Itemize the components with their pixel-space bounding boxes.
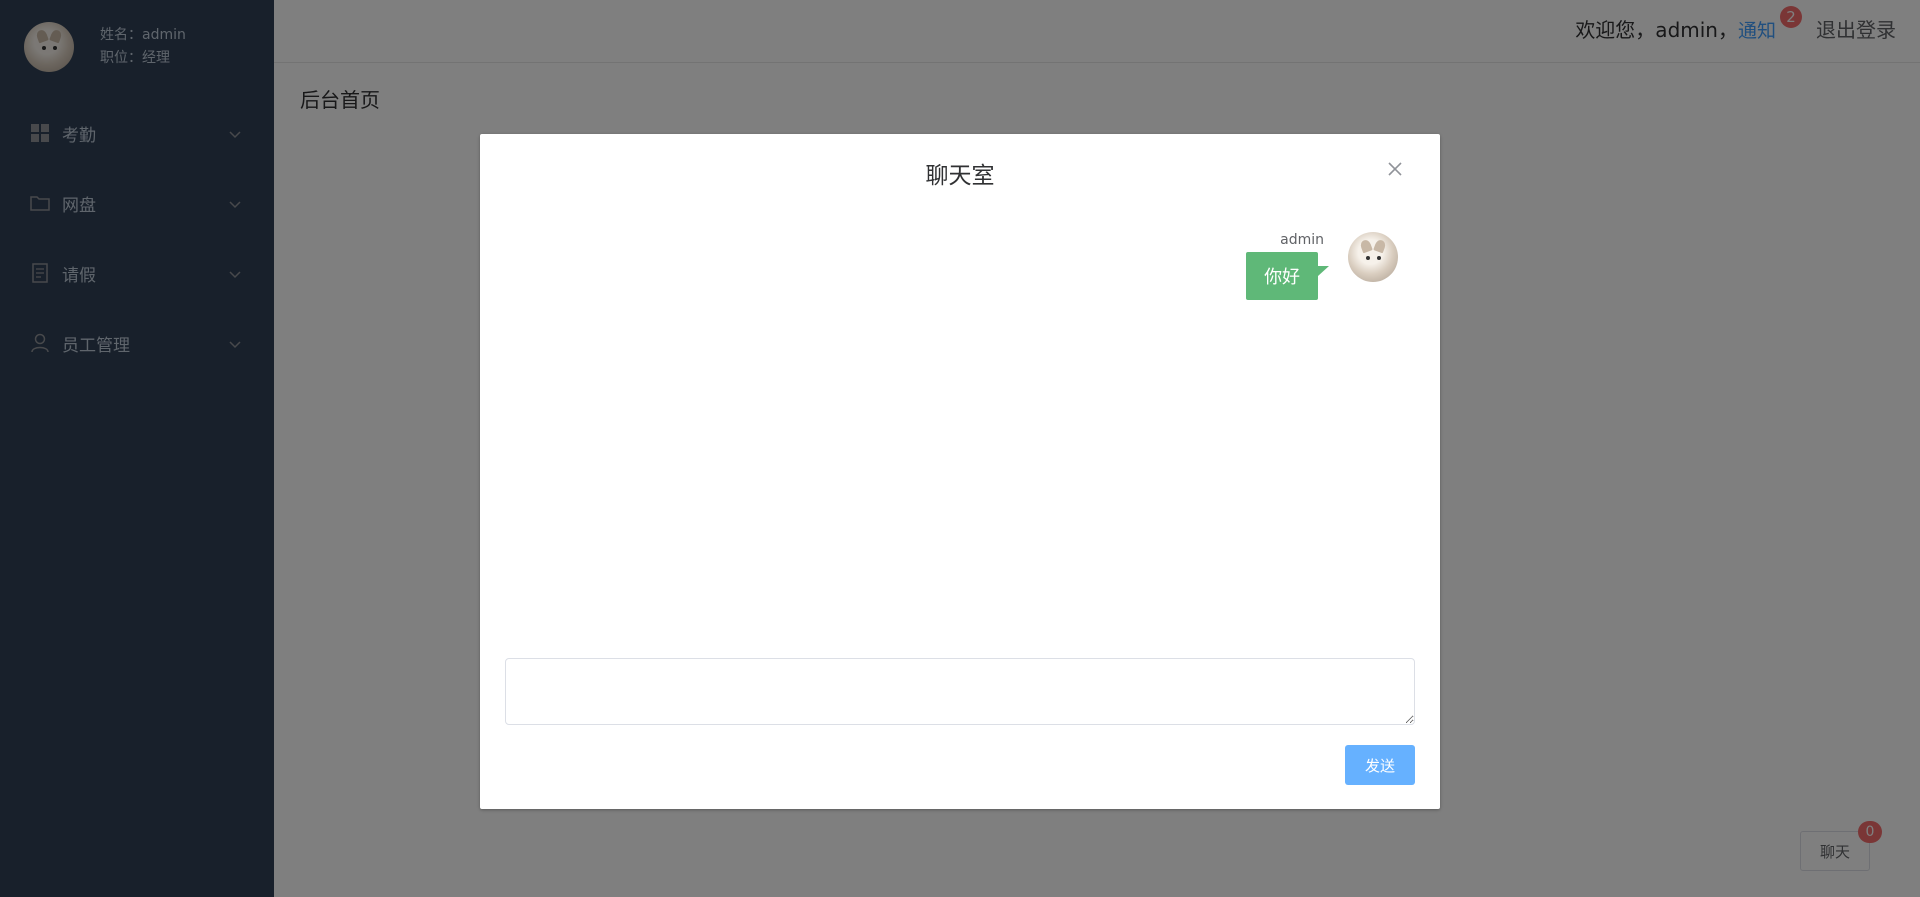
close-icon[interactable]	[1386, 160, 1404, 178]
dialog-title: 聊天室	[925, 163, 995, 189]
chat-input[interactable]	[505, 658, 1415, 725]
message-sender: admin	[1280, 232, 1324, 248]
chat-dialog: 聊天室 admin 你好 发送	[480, 134, 1440, 809]
message-content: admin 你好	[1240, 232, 1330, 300]
message-bubble: 你好	[1246, 252, 1330, 300]
chat-message: admin 你好	[1240, 232, 1398, 300]
send-button[interactable]: 发送	[1345, 745, 1415, 785]
message-avatar	[1348, 232, 1398, 282]
